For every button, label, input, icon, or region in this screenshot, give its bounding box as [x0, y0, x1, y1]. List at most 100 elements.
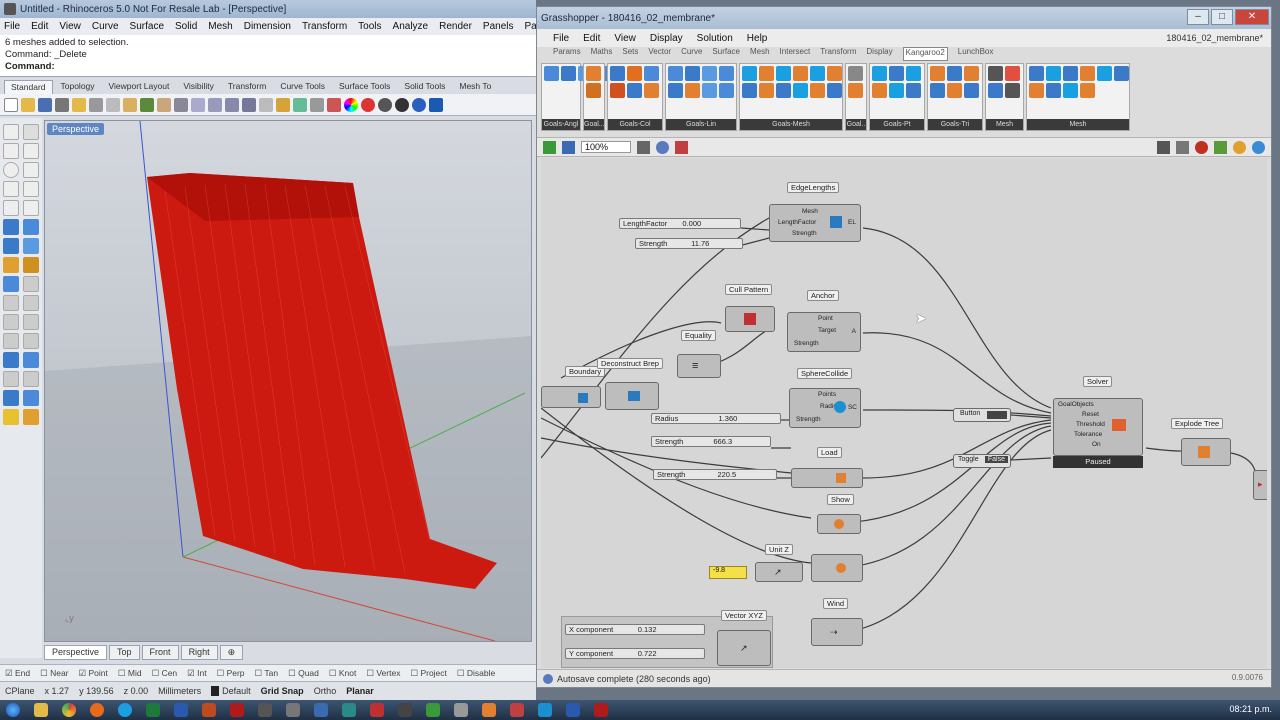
trim-icon[interactable] [3, 295, 19, 311]
triangle-goal-icon[interactable] [930, 66, 945, 81]
camera-icon[interactable] [23, 409, 39, 425]
line-goal-icon[interactable] [668, 83, 683, 98]
tab-surface-tools[interactable]: Surface Tools [333, 80, 396, 94]
point-goal-icon[interactable] [872, 83, 887, 98]
show-title[interactable]: Show [827, 494, 854, 505]
mesh-goal-icon[interactable] [759, 66, 774, 81]
polyline-icon[interactable] [23, 143, 39, 159]
sphere-collide-title[interactable]: SphereCollide [797, 368, 853, 379]
osnap-end[interactable]: ☑ End [5, 668, 30, 679]
mesh-goal-icon[interactable] [827, 66, 842, 81]
zoom-extents-icon[interactable] [225, 97, 239, 112]
gh-menu-display[interactable]: Display [650, 33, 683, 44]
tab-transform[interactable]: Transform [222, 80, 272, 94]
anchor-title[interactable]: Anchor [807, 290, 839, 301]
layer-icon[interactable] [293, 97, 307, 112]
gh-bake-icon[interactable] [1214, 140, 1227, 154]
rhino-menu-tools[interactable]: Tools [358, 21, 381, 32]
point-goal-icon[interactable] [872, 66, 887, 81]
gh-menu-help[interactable]: Help [747, 33, 768, 44]
viewport-tab-front[interactable]: Front [141, 645, 179, 660]
line-goal-icon[interactable] [702, 66, 717, 81]
line-goal-icon[interactable] [702, 83, 717, 98]
rhino-menu-surface[interactable]: Surface [130, 21, 164, 32]
rhino-menu-mesh[interactable]: Mesh [208, 21, 232, 32]
explode-icon[interactable] [23, 314, 39, 330]
mesh-icon[interactable] [3, 257, 19, 273]
boundary-component[interactable] [541, 386, 601, 408]
save-icon[interactable] [38, 97, 52, 112]
gh-tab-display[interactable]: Display [866, 47, 892, 61]
line-icon[interactable] [3, 143, 19, 159]
deconstruct-title[interactable]: Deconstruct Brep [597, 358, 663, 369]
gh-tab-lunchbox[interactable]: LunchBox [958, 47, 994, 61]
tab-curve-tools[interactable]: Curve Tools [274, 80, 331, 94]
environment-icon[interactable] [412, 97, 426, 112]
wind-component[interactable]: ⇢ [811, 618, 863, 646]
zoom-window-icon[interactable] [208, 97, 222, 112]
start-button-icon[interactable] [6, 703, 20, 717]
y-component-slider[interactable]: Y component 0.722 [565, 648, 705, 659]
add-viewport-tab-icon[interactable]: ⊕ [219, 645, 244, 660]
properties-icon[interactable] [327, 97, 341, 112]
app-icon[interactable] [510, 703, 524, 717]
undo-icon[interactable] [140, 97, 154, 112]
surface-icon[interactable] [3, 219, 19, 235]
cull-pattern-component[interactable] [725, 306, 775, 332]
ellipse-icon[interactable] [3, 181, 19, 197]
app-icon[interactable] [538, 703, 552, 717]
circle-icon[interactable] [3, 162, 19, 178]
gh-tab-vector[interactable]: Vector [648, 47, 671, 61]
osnap-quad[interactable]: ☐ Quad [288, 668, 319, 679]
gh-tab-kangaroo2[interactable]: Kangaroo2 [902, 47, 948, 61]
edge-lengths-component[interactable]: Mesh LengthFactor Strength EL [769, 204, 861, 242]
osnap-perp[interactable]: ☐ Perp [217, 668, 245, 679]
osnap-near[interactable]: ☐ Near [40, 668, 68, 679]
mesh-tool-icon[interactable] [1063, 83, 1078, 98]
rhino-menu-file[interactable]: File [4, 21, 20, 32]
gh-eye-icon[interactable] [656, 140, 670, 154]
sphere-collide-component[interactable]: Points Radius Strength SC [789, 388, 861, 428]
mesh-tool-icon[interactable] [1063, 66, 1078, 81]
mesh-tool-icon[interactable] [988, 66, 1003, 81]
point-goal-icon[interactable] [906, 66, 921, 81]
join-icon[interactable] [3, 314, 19, 330]
render-object-icon[interactable] [3, 390, 19, 406]
render-icon[interactable] [361, 97, 375, 112]
edge-lengths-title[interactable]: EdgeLengths [787, 182, 840, 193]
zoom-selected-icon[interactable] [242, 97, 256, 112]
solver-title[interactable]: Solver [1083, 376, 1113, 387]
paste-icon[interactable] [123, 97, 137, 112]
gh-menu-file[interactable]: File [553, 33, 569, 44]
cut-icon[interactable] [89, 97, 103, 112]
vector-xyz-title[interactable]: Vector XYZ [721, 610, 767, 621]
tab-standard[interactable]: Standard [4, 80, 53, 94]
solver-component[interactable]: GoalObjects Reset Threshold Tolerance On [1053, 398, 1143, 456]
minimize-button[interactable]: – [1187, 9, 1209, 25]
line-goal-icon[interactable] [685, 83, 700, 98]
triangle-goal-icon[interactable] [947, 66, 962, 81]
gh-open-icon[interactable] [543, 140, 556, 154]
mesh-goal-icon[interactable] [827, 83, 842, 98]
mesh-tool-icon[interactable] [1046, 66, 1061, 81]
app-icon[interactable] [258, 703, 272, 717]
chrome-icon[interactable] [62, 703, 76, 717]
mesh-goal-icon[interactable] [793, 83, 808, 98]
mesh-tool-icon[interactable] [1029, 66, 1044, 81]
gh-zoom-extents-icon[interactable] [637, 140, 651, 154]
sphere-render-icon[interactable] [395, 97, 409, 112]
mesh-goal-icon[interactable] [810, 66, 825, 81]
goal-icon[interactable] [848, 83, 863, 98]
rhino-menu-analyze[interactable]: Analyze [393, 21, 429, 32]
gh-tab-curve[interactable]: Curve [681, 47, 702, 61]
gh-tab-intersect[interactable]: Intersect [780, 47, 811, 61]
triangle-goal-icon[interactable] [964, 66, 979, 81]
boolean-icon[interactable] [3, 276, 19, 292]
angle-goal-icon[interactable] [544, 66, 559, 81]
select-arrow-icon[interactable] [3, 124, 19, 140]
deconstruct-component[interactable] [605, 382, 659, 410]
collide-goal-icon[interactable] [627, 83, 642, 98]
gh-zoom-select[interactable]: 100% [581, 141, 632, 153]
rhino-menu-render[interactable]: Render [439, 21, 472, 32]
point-goal-icon[interactable] [906, 83, 921, 98]
